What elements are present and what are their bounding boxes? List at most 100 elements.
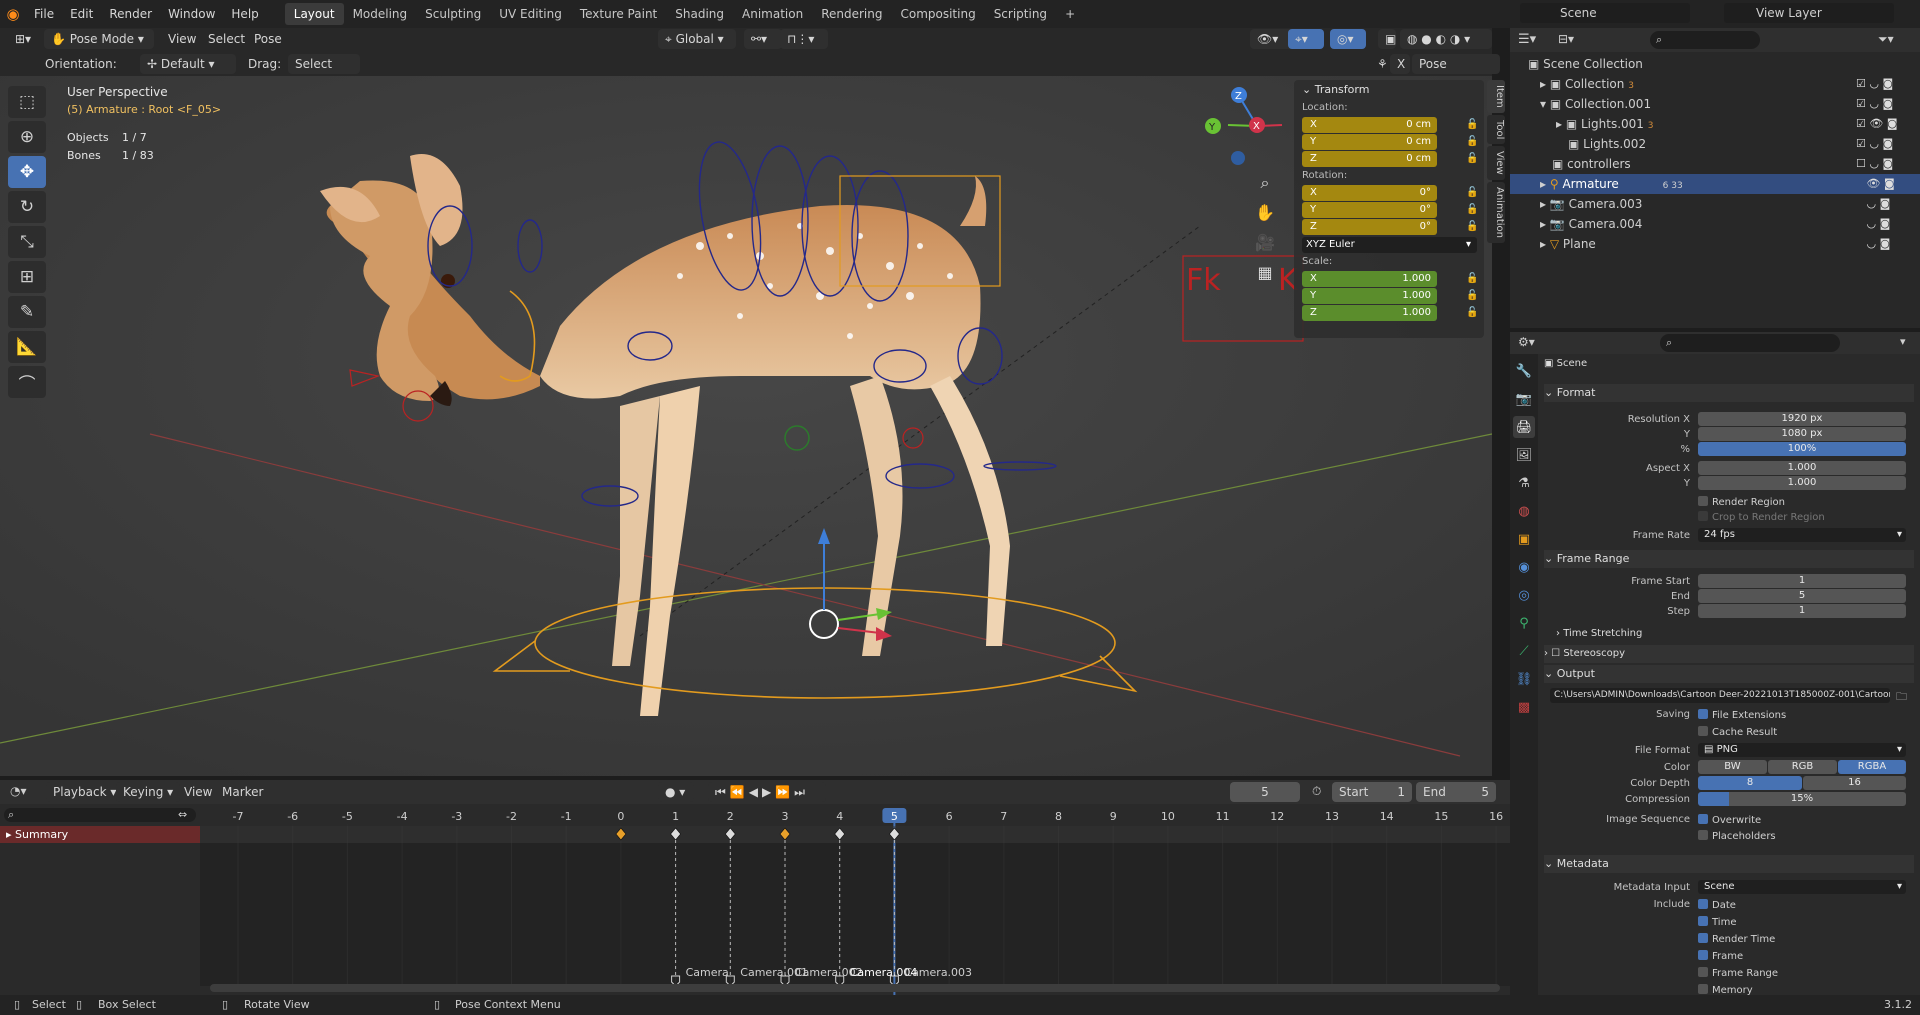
- chevron-down-icon[interactable]: ▾: [1900, 335, 1906, 348]
- location-y-field[interactable]: Y 0 cm 🔓: [1302, 134, 1478, 150]
- lock-icon[interactable]: 🔓: [1466, 305, 1478, 321]
- visibility-toggle-icon[interactable]: 👁 ◙: [1856, 174, 1916, 194]
- visibility-toggle-icon[interactable]: ◡ ◙: [1856, 214, 1916, 234]
- frame-start-field[interactable]: 1: [1698, 574, 1906, 588]
- rotate-tool-icon[interactable]: ↻: [8, 191, 46, 223]
- meta-frame-checkbox[interactable]: Frame: [1698, 950, 1743, 962]
- placeholders-checkbox[interactable]: Placeholders: [1698, 830, 1776, 842]
- bone-props-icon[interactable]: ⟋: [1513, 640, 1535, 662]
- menu-pose[interactable]: Pose: [254, 29, 282, 49]
- compression-slider[interactable]: 15%: [1698, 792, 1906, 806]
- tab-view[interactable]: View: [1487, 146, 1505, 180]
- 3d-viewport[interactable]: Fk K Z X Y ⌕ ✋ 🎥 ▦ User Perspective (5) …: [0, 76, 1492, 776]
- tab-tool[interactable]: Tool: [1487, 114, 1505, 145]
- format-panel-header[interactable]: ⌄ Format: [1544, 384, 1914, 402]
- visibility-toggle-icon[interactable]: ☑ ◡ ◙: [1856, 134, 1916, 154]
- menu-edit[interactable]: Edit: [62, 3, 101, 25]
- keying-menu[interactable]: Keying ▾: [116, 782, 181, 802]
- swap-icon[interactable]: ⇔: [178, 808, 187, 821]
- tab-compositing[interactable]: Compositing: [891, 3, 984, 25]
- timeline-search-input[interactable]: ⌕: [4, 808, 196, 822]
- menu-window[interactable]: Window: [160, 3, 223, 25]
- color-bw-button[interactable]: BW: [1698, 760, 1767, 774]
- camera-view-icon[interactable]: 🎥: [1250, 228, 1280, 258]
- tab-animation-side[interactable]: Animation: [1487, 181, 1505, 243]
- snap-icon[interactable]: ⊓⋮▾: [780, 29, 828, 49]
- select-box-icon[interactable]: ⬚: [8, 86, 46, 118]
- annotate-icon[interactable]: ✎: [8, 296, 46, 328]
- overlay-toggle-icon[interactable]: ◎▾: [1330, 29, 1366, 49]
- outliner-editor-icon[interactable]: ☰▾: [1518, 32, 1536, 47]
- file-extensions-checkbox[interactable]: File Extensions: [1698, 709, 1786, 721]
- visibility-toggle-icon[interactable]: ◡ ◙: [1856, 194, 1916, 214]
- visibility-toggle-icon[interactable]: ☐ ◡ ◙: [1856, 154, 1916, 174]
- drag-selector[interactable]: Select Box: [288, 54, 360, 91]
- timeline-marker-menu[interactable]: Marker: [222, 782, 263, 802]
- file-format-selector[interactable]: ▤ PNG ▾: [1698, 743, 1906, 757]
- x-mirror-toggle[interactable]: X: [1390, 54, 1410, 74]
- record-icon[interactable]: ● ▾: [658, 782, 694, 802]
- lock-icon[interactable]: 🔓: [1466, 151, 1478, 167]
- timeline-view-menu[interactable]: View: [184, 782, 212, 802]
- visibility-toggle-icon[interactable]: ☑ 👁 ◙: [1856, 114, 1916, 134]
- menu-view[interactable]: View: [168, 29, 196, 49]
- measure-icon[interactable]: 📐: [8, 331, 46, 363]
- tab-sculpting[interactable]: Sculpting: [416, 3, 490, 25]
- lock-icon[interactable]: 🔓: [1466, 219, 1478, 235]
- cursor-icon[interactable]: ⊕: [8, 121, 46, 153]
- frame-range-panel-header[interactable]: ⌄ Frame Range: [1544, 550, 1914, 568]
- menu-render[interactable]: Render: [101, 3, 160, 25]
- transform-tool-icon[interactable]: ⊞: [8, 261, 46, 293]
- folder-icon[interactable]: 🗀: [1896, 688, 1907, 707]
- crop-checkbox[interactable]: Crop to Render Region: [1698, 511, 1825, 523]
- summary-channel[interactable]: ▸ Summary: [0, 826, 200, 843]
- scale-y-field[interactable]: Y 1.000 🔓: [1302, 288, 1478, 304]
- rotation-x-field[interactable]: X 0° 🔓: [1302, 185, 1478, 201]
- editor-type-icon[interactable]: ⊞▾: [8, 29, 38, 49]
- move-tool-icon[interactable]: ✥: [8, 156, 46, 188]
- start-frame-field[interactable]: Start 1: [1332, 782, 1412, 802]
- location-x-field[interactable]: X 0 cm 🔓: [1302, 117, 1478, 133]
- current-frame-field[interactable]: 5: [1230, 782, 1300, 802]
- time-stretching-header[interactable]: › Time Stretching: [1556, 625, 1920, 643]
- resolution-x-field[interactable]: 1920 px: [1698, 412, 1906, 426]
- overwrite-checkbox[interactable]: Overwrite: [1698, 814, 1761, 826]
- tab-shading[interactable]: Shading: [666, 3, 733, 25]
- bone-envelope-icon[interactable]: ⌒: [8, 366, 46, 398]
- gizmo-toggle-icon[interactable]: ⌖▾: [1288, 29, 1324, 49]
- pivot-icon[interactable]: ⚯▾: [744, 29, 782, 49]
- filter-icon[interactable]: ⏷▾: [1878, 32, 1894, 47]
- mode-selector[interactable]: ✋ Pose Mode ▾: [44, 29, 154, 49]
- menu-file[interactable]: File: [26, 3, 62, 25]
- mirror-icon[interactable]: ⚘: [1370, 54, 1390, 74]
- meta-frame-range-checkbox[interactable]: Frame Range: [1698, 967, 1778, 979]
- rotation-mode-selector[interactable]: XYZ Euler ▾: [1302, 237, 1477, 253]
- render-props-icon[interactable]: 📷: [1513, 388, 1535, 410]
- rotation-y-field[interactable]: Y 0° 🔓: [1302, 202, 1478, 218]
- lock-icon[interactable]: 🔓: [1466, 271, 1478, 287]
- color-depth-16-button[interactable]: 16: [1803, 776, 1906, 790]
- gizmo-y-label[interactable]: Y: [1208, 122, 1216, 133]
- color-rgba-button[interactable]: RGBA: [1838, 760, 1906, 774]
- aspect-y-field[interactable]: 1.000: [1698, 476, 1906, 490]
- color-depth-8-button[interactable]: 8: [1698, 776, 1802, 790]
- bone-constraint-icon[interactable]: ⛓: [1513, 668, 1535, 690]
- orientation-selector[interactable]: ✢ Default ▾: [140, 54, 236, 74]
- frame-rate-selector[interactable]: 24 fps ▾: [1698, 528, 1906, 542]
- tab-texture-paint[interactable]: Texture Paint: [571, 3, 666, 25]
- blender-logo-icon[interactable]: ◉: [0, 0, 26, 28]
- resolution-y-field[interactable]: 1080 px: [1698, 427, 1906, 441]
- properties-search-input[interactable]: ⌕: [1660, 334, 1840, 352]
- outliner-search-input[interactable]: ⌕: [1650, 31, 1760, 49]
- end-frame-field[interactable]: End 5: [1416, 782, 1496, 802]
- scene-selector[interactable]: Scene: [1520, 3, 1690, 23]
- playback-controls-icon[interactable]: ⏮⏪◀▶⏩⏭: [708, 782, 826, 802]
- scale-tool-icon[interactable]: ⤡: [8, 226, 46, 258]
- tab-modeling[interactable]: Modeling: [344, 3, 417, 25]
- gizmo-x-label[interactable]: X: [1253, 121, 1260, 132]
- tool-props-icon[interactable]: 🔧: [1513, 360, 1535, 382]
- lock-icon[interactable]: 🔓: [1466, 288, 1478, 304]
- cache-result-checkbox[interactable]: Cache Result: [1698, 726, 1777, 738]
- metadata-input-selector[interactable]: Scene ▾: [1698, 880, 1906, 894]
- tab-item[interactable]: Item: [1487, 80, 1505, 113]
